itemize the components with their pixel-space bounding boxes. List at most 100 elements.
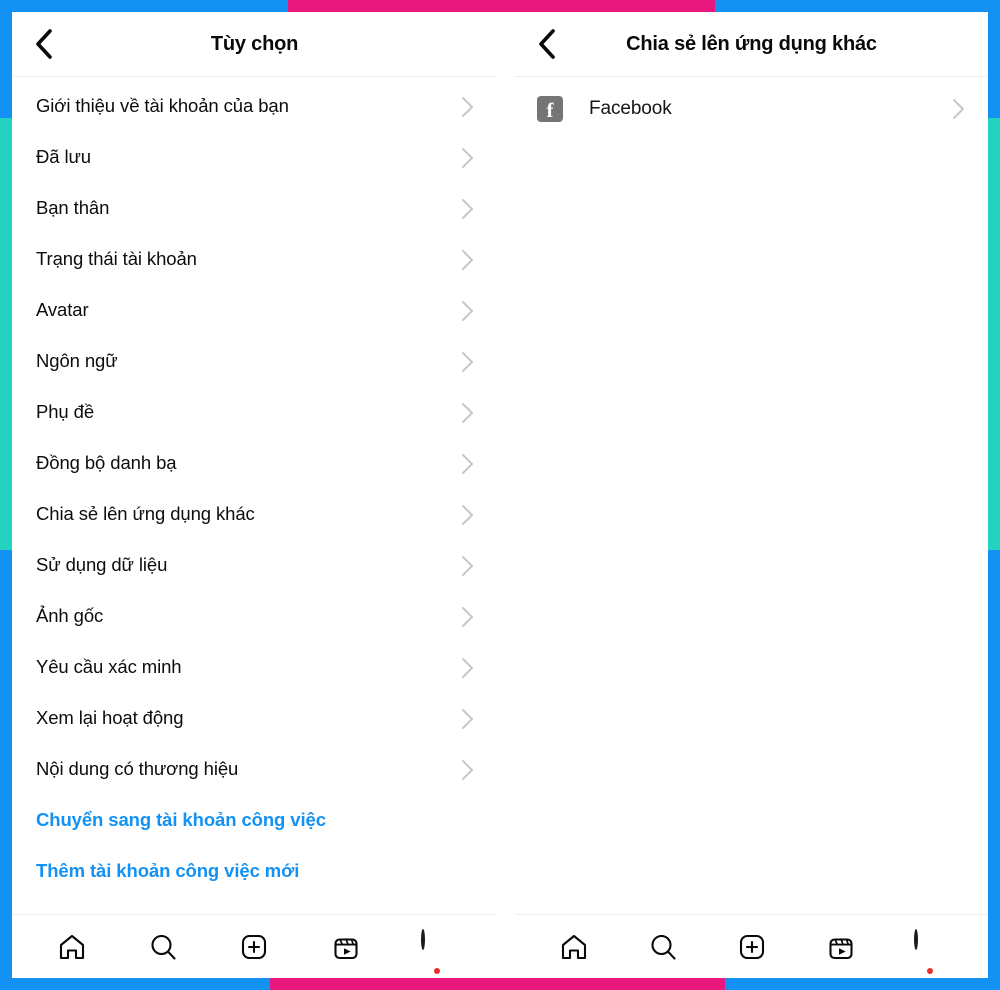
list-item-contacts-syncing[interactable]: Đồng bộ danh bạ [12,438,497,489]
list-item-account-status[interactable]: Trạng thái tài khoản [12,234,497,285]
list-item-label: Đồng bộ danh bạ [36,452,177,474]
search-icon [148,932,178,962]
chevron-right-icon [461,300,475,322]
notification-dot [926,967,933,974]
avatar [913,928,918,950]
nav-home-button[interactable] [546,924,602,970]
nav-home-button[interactable] [44,924,100,970]
chevron-right-icon [461,555,475,577]
nav-reels-button[interactable] [318,924,374,970]
list-item-about-account[interactable]: Giới thiệu về tài khoản của bạn [12,81,497,132]
nav-create-button[interactable] [724,924,780,970]
link-add-new-professional-account[interactable]: Thêm tài khoản công việc mới [12,846,497,897]
list-item-close-friends[interactable]: Bạn thân [12,183,497,234]
frame-bar-bottom-right [725,976,1000,990]
list-item-label: Nội dung có thương hiệu [36,758,239,780]
left-panel-header: Tùy chọn [12,12,497,77]
apps-list: f Facebook [515,77,988,914]
list-item-label: Bạn thân [36,197,110,219]
link-label: Thêm tài khoản công việc mới [36,860,300,882]
list-item-label: Sử dụng dữ liệu [36,554,168,576]
page-title: Tùy chọn [210,32,299,55]
frame-bar-top-right [715,0,1000,12]
list-item-saved[interactable]: Đã lưu [12,132,497,183]
list-item-facebook[interactable]: f Facebook [515,81,988,137]
link-label: Chuyển sang tài khoản công việc [36,809,326,831]
page-title: Chia sẻ lên ứng dụng khác [626,32,877,55]
plus-square-icon [239,932,269,962]
bottom-navigation-bar-right [515,914,988,978]
frame-bar-right-middle [988,118,1000,550]
chevron-right-icon [461,606,475,628]
chevron-right-icon [461,96,475,118]
options-list: Giới thiệu về tài khoản của bạn Đã lưu B… [12,77,497,914]
list-item-request-verification[interactable]: Yêu cầu xác minh [12,642,497,693]
list-item-label: Giới thiệu về tài khoản của bạn [36,95,289,117]
chevron-right-icon [952,98,966,120]
list-item-label: Ảnh gốc [36,605,104,627]
list-item-label: Đã lưu [36,146,91,168]
frame-bar-bottom-left [0,976,270,990]
bottom-navigation-bar-left [12,914,497,978]
frame-bar-left-top [0,0,12,118]
frame-bar-bottom-middle [270,976,725,990]
frame-bar-left-bottom [0,550,12,990]
list-item-captions[interactable]: Phụ đề [12,387,497,438]
nav-profile-button[interactable] [409,924,465,974]
chevron-right-icon [461,249,475,271]
chevron-right-icon [461,657,475,679]
nav-create-button[interactable] [226,924,282,970]
panel-gap [497,12,515,978]
list-item-avatar[interactable]: Avatar [12,285,497,336]
back-button[interactable] [22,22,66,66]
list-item-sharing-to-other-apps[interactable]: Chia sẻ lên ứng dụng khác [12,489,497,540]
frame-bar-right-bottom [988,550,1000,990]
home-icon [559,932,589,962]
chevron-right-icon [461,147,475,169]
list-item-label: Trạng thái tài khoản [36,248,197,270]
notification-dot [434,967,441,974]
share-to-other-apps-panel: Chia sẻ lên ứng dụng khác f Facebook [515,12,988,978]
chevron-right-icon [461,351,475,373]
nav-reels-button[interactable] [813,924,869,970]
facebook-icon: f [537,96,563,122]
settings-options-panel: Tùy chọn Giới thiệu về tài khoản của bạn… [12,12,497,978]
list-item-label: Yêu cầu xác minh [36,656,182,678]
list-item-label: Phụ đề [36,401,95,423]
right-panel-header: Chia sẻ lên ứng dụng khác [515,12,988,77]
back-button[interactable] [525,22,569,66]
chevron-right-icon [461,453,475,475]
avatar-icon [421,928,453,974]
frame-bar-left-middle [0,118,12,550]
frame-bar-right-top [988,0,1000,118]
list-item-label: Avatar [36,299,89,321]
nav-search-button[interactable] [635,924,691,970]
frame-bar-top-left [0,0,288,12]
nav-search-button[interactable] [135,924,191,970]
chevron-right-icon [461,759,475,781]
chevron-right-icon [461,402,475,424]
list-item-label: Ngôn ngữ [36,350,118,372]
list-item-original-photos[interactable]: Ảnh gốc [12,591,497,642]
search-icon [648,932,678,962]
chevron-right-icon [461,198,475,220]
avatar [421,928,426,950]
list-item-label: Xem lại hoạt động [36,707,184,729]
reels-icon [331,932,361,962]
list-item-activity-review[interactable]: Xem lại hoạt động [12,693,497,744]
chevron-right-icon [461,504,475,526]
frame-bar-top-middle [288,0,715,12]
home-icon [57,932,87,962]
list-item-label: Chia sẻ lên ứng dụng khác [36,503,255,525]
list-item-branded-content[interactable]: Nội dung có thương hiệu [12,744,497,795]
plus-square-icon [737,932,767,962]
list-item-language[interactable]: Ngôn ngữ [12,336,497,387]
chevron-left-icon [33,28,55,60]
link-switch-to-professional-account[interactable]: Chuyển sang tài khoản công việc [12,795,497,846]
nav-profile-button[interactable] [902,924,958,974]
list-item-label: Facebook [589,97,672,119]
reels-icon [826,932,856,962]
list-item-cellular-data-use[interactable]: Sử dụng dữ liệu [12,540,497,591]
screenshot-stage: Tùy chọn Giới thiệu về tài khoản của bạn… [12,12,988,978]
chevron-left-icon [536,28,558,60]
